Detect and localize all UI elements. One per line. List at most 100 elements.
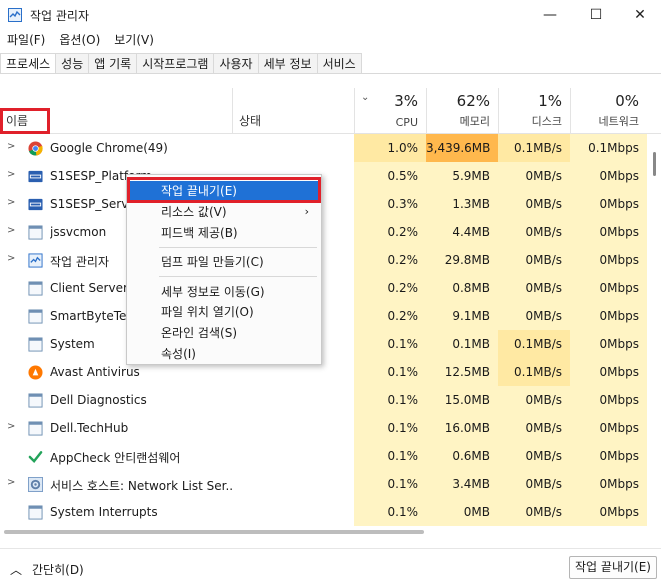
process-mem: 5.9MB — [426, 162, 498, 190]
process-net: 0.1Mbps — [570, 134, 647, 162]
ctx-feedback[interactable]: 피드백 제공(B) — [127, 223, 321, 243]
header-status[interactable]: 상태 — [232, 88, 354, 134]
header-memory[interactable]: 62% 메모리 — [426, 88, 498, 134]
process-net: 0Mbps — [570, 218, 647, 246]
menu-file[interactable]: 파일(F) — [0, 30, 52, 50]
fewer-details-toggle[interactable]: ︿ 간단히(D) — [10, 561, 84, 578]
maximize-button[interactable]: ☐ — [573, 0, 619, 30]
vertical-scrollbar[interactable] — [648, 134, 661, 526]
process-name: 서비스 호스트: Network List Ser... — [50, 479, 232, 493]
horizontal-scrollbar[interactable] — [0, 527, 648, 537]
process-cpu: 0.1% — [354, 470, 426, 498]
process-net: 0Mbps — [570, 302, 647, 330]
process-row[interactable]: Dell Diagnostics 0.1% 15.0MB 0MB/s 0Mbps — [0, 386, 661, 414]
header-disk[interactable]: 1% 디스크 — [498, 88, 570, 134]
tab-processes[interactable]: 프로세스 — [0, 53, 57, 74]
process-name: System Interrupts — [50, 505, 158, 519]
process-row[interactable]: > 서비스 호스트: Network List Ser... 0.1% 3.4MB 0M… — [0, 470, 661, 498]
annotation-highlight-name — [0, 108, 50, 134]
menu-options[interactable]: 옵션(O) — [52, 30, 107, 50]
process-cpu: 1.0% — [354, 134, 426, 162]
process-row[interactable]: > S1SESP_Platform 0.5% 5.9MB 0MB/s 0Mbps — [0, 162, 661, 190]
ctx-resource-values-label: 리소스 값(V) — [161, 205, 227, 219]
process-net: 0Mbps — [570, 442, 647, 470]
header-status-label: 상태 — [239, 114, 262, 128]
header-network[interactable]: 0% 네트워크 — [570, 88, 647, 134]
header-cpu-pct: 3% — [394, 92, 418, 110]
chevron-right-icon[interactable]: > — [7, 197, 15, 208]
appcheck-icon — [28, 449, 43, 464]
process-cpu: 0.2% — [354, 302, 426, 330]
vertical-scroll-thumb[interactable] — [653, 152, 656, 176]
ctx-separator — [159, 276, 317, 277]
app-icon — [28, 309, 43, 324]
process-row[interactable]: System 0.1% 0.1MB 0.1MB/s 0Mbps — [0, 330, 661, 358]
task-manager-icon — [28, 253, 43, 268]
ctx-resource-values[interactable]: 리소스 값(V) › — [127, 202, 321, 222]
process-row[interactable]: > S1SESP_Servic 0.3% 1.3MB 0MB/s 0Mbps — [0, 190, 661, 218]
process-net: 0Mbps — [570, 190, 647, 218]
s1sesp-icon — [28, 169, 43, 184]
header-network-label: 네트워크 — [598, 115, 639, 128]
chevron-right-icon[interactable]: > — [7, 141, 15, 152]
chevron-right-icon[interactable]: > — [7, 477, 15, 488]
process-name: System — [50, 337, 95, 351]
process-row[interactable]: > jssvcmon 0.2% 4.4MB 0MB/s 0Mbps — [0, 218, 661, 246]
tab-app-history[interactable]: 앱 기록 — [89, 53, 138, 74]
ctx-properties[interactable]: 속성(I) — [127, 344, 321, 364]
process-cpu: 0.5% — [354, 162, 426, 190]
horizontal-scroll-thumb[interactable] — [4, 530, 424, 534]
process-row[interactable]: > Dell.TechHub 0.1% 16.0MB 0MB/s 0Mbps — [0, 414, 661, 442]
header-cpu-label: CPU — [395, 116, 418, 129]
minimize-button[interactable]: — — [527, 0, 573, 30]
chevron-right-icon[interactable]: > — [7, 225, 15, 236]
tab-details[interactable]: 세부 정보 — [258, 53, 318, 74]
menu-view[interactable]: 보기(V) — [107, 30, 161, 50]
ctx-create-dump[interactable]: 덤프 파일 만들기(C) — [127, 252, 321, 272]
process-row[interactable]: SmartByteTele 0.2% 9.1MB 0MB/s 0Mbps — [0, 302, 661, 330]
process-name: jssvcmon — [50, 225, 107, 239]
process-disk: 0MB/s — [498, 218, 570, 246]
process-row[interactable]: Avast Antivirus 0.1% 12.5MB 0.1MB/s 0Mbps — [0, 358, 661, 386]
process-cpu: 0.3% — [354, 190, 426, 218]
process-disk: 0.1MB/s — [498, 134, 570, 162]
process-mem: 0.6MB — [426, 442, 498, 470]
process-row[interactable]: Client Server I 0.2% 0.8MB 0MB/s 0Mbps — [0, 274, 661, 302]
ctx-go-to-details[interactable]: 세부 정보로 이동(G) — [127, 282, 321, 302]
chevron-right-icon[interactable]: > — [7, 169, 15, 180]
tab-users[interactable]: 사용자 — [214, 53, 259, 74]
process-mem: 0.1MB — [426, 330, 498, 358]
process-cpu: 0.2% — [354, 218, 426, 246]
tab-performance[interactable]: 성능 — [56, 53, 90, 74]
process-disk: 0MB/s — [498, 386, 570, 414]
chevron-right-icon[interactable]: > — [7, 253, 15, 264]
tab-services[interactable]: 서비스 — [317, 53, 362, 74]
process-name: AppCheck 안티랜섬웨어 — [50, 451, 181, 465]
tab-startup[interactable]: 시작프로그램 — [137, 53, 215, 74]
process-row[interactable]: AppCheck 안티랜섬웨어 0.1% 0.6MB 0MB/s 0Mbps — [0, 442, 661, 470]
process-cpu: 0.2% — [354, 246, 426, 274]
process-row[interactable]: System Interrupts 0.1% 0MB 0MB/s 0Mbps — [0, 498, 661, 526]
header-network-pct: 0% — [615, 92, 639, 110]
process-net: 0Mbps — [570, 330, 647, 358]
process-cpu: 0.1% — [354, 330, 426, 358]
end-task-button[interactable]: 작업 끝내기(E) — [569, 556, 657, 579]
ctx-search-online[interactable]: 온라인 검색(S) — [127, 323, 321, 343]
process-net: 0Mbps — [570, 386, 647, 414]
process-name: 작업 관리자 — [50, 255, 110, 269]
process-cpu: 0.1% — [354, 498, 426, 526]
process-row[interactable]: > Google Chrome(49) 1.0% 3,439.6MB 0.1MB/s 0.… — [0, 134, 661, 162]
process-mem: 0.8MB — [426, 274, 498, 302]
tab-strip: 프로세스 성능 앱 기록 시작프로그램 사용자 세부 정보 서비스 — [0, 53, 362, 74]
chevron-right-icon[interactable]: > — [7, 421, 15, 432]
process-disk: 0MB/s — [498, 498, 570, 526]
fewer-details-label: 간단히(D) — [32, 563, 84, 577]
process-net: 0Mbps — [570, 246, 647, 274]
process-disk: 0MB/s — [498, 442, 570, 470]
process-row[interactable]: > 작업 관리자 0.2% 29.8MB 0MB/s 0Mbps — [0, 246, 661, 274]
close-button[interactable]: ✕ — [617, 0, 661, 30]
process-name: Google Chrome(49) — [50, 141, 168, 155]
process-name: Dell.TechHub — [50, 421, 129, 435]
title-bar: 작업 관리자 — ☐ ✕ — [0, 0, 661, 30]
ctx-open-file-location[interactable]: 파일 위치 열기(O) — [127, 302, 321, 322]
